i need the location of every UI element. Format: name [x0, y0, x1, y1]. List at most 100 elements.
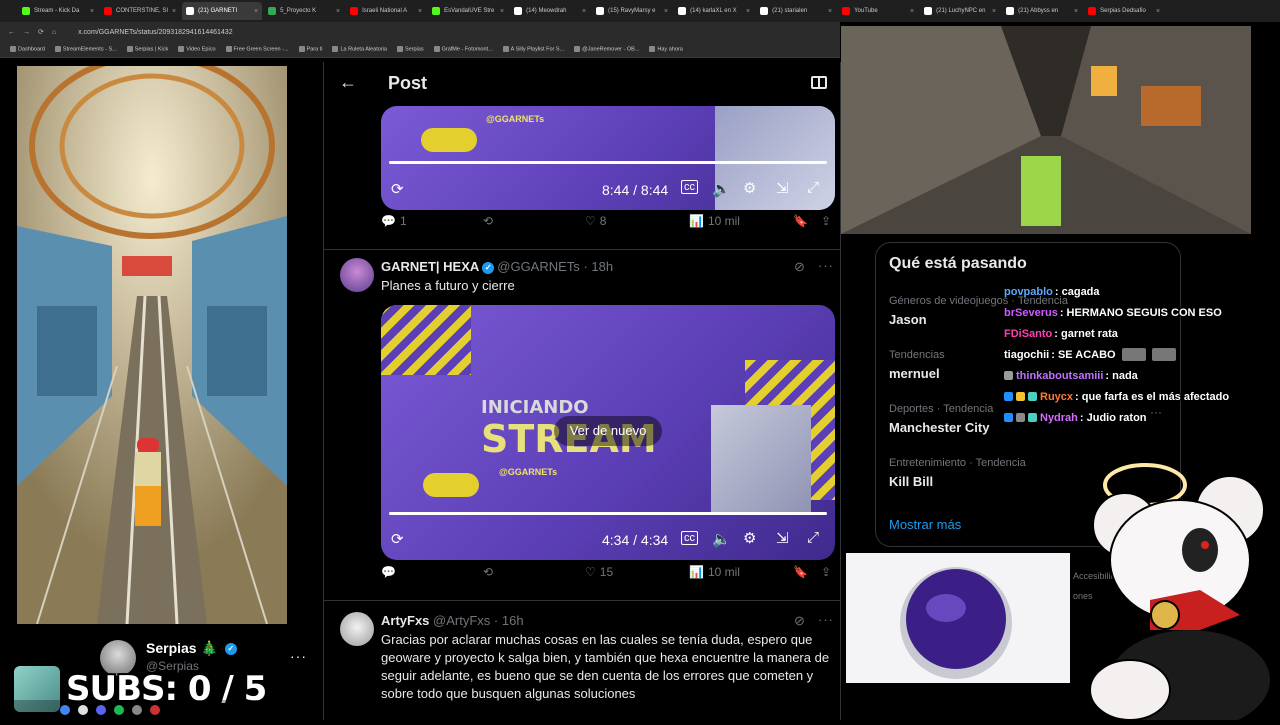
close-tab-icon[interactable]: ×	[1074, 8, 1078, 15]
video-progress-bar[interactable]	[389, 512, 827, 515]
browser-tab[interactable]: (21) LuchyNPC en ×	[920, 2, 1000, 20]
bookmark-item[interactable]: @JaneRemover - OB...	[574, 46, 639, 53]
browser-tab[interactable]: 5_Proyecto K ×	[264, 2, 344, 20]
avatar[interactable]	[340, 612, 374, 646]
close-tab-icon[interactable]: ×	[500, 8, 504, 15]
browser-tab[interactable]: CONTERSTINE, SI ×	[100, 2, 180, 20]
bookmark-item[interactable]: GrafMe - Fotomont...	[433, 46, 493, 53]
url-field[interactable]: x.com/GGARNETs/status/209318294161446143…	[78, 29, 233, 36]
bookmark-item[interactable]: Serpias	[396, 46, 424, 53]
grok-icon[interactable]: ⊘	[794, 613, 805, 629]
like-action[interactable]: ♡ 15	[585, 565, 613, 579]
forward-nav-icon[interactable]: →	[23, 29, 30, 36]
browser-tab[interactable]: Serpias Dedsafio ×	[1084, 2, 1164, 20]
volume-icon[interactable]: 🔈	[712, 180, 731, 198]
bookmark-item[interactable]: A Silly Playlist For S...	[502, 46, 564, 53]
close-tab-icon[interactable]: ×	[418, 8, 422, 15]
trend-category: Deportes · Tendencia	[889, 403, 994, 415]
reload-icon[interactable]: ⟳	[38, 28, 44, 36]
spotify-icon[interactable]	[114, 705, 124, 715]
more-icon[interactable]: ···	[818, 258, 834, 273]
tweet-author[interactable]: GARNET| HEXA ✓ @GGARNETs · 18h	[381, 259, 613, 274]
close-tab-icon[interactable]: ×	[336, 8, 340, 15]
close-tab-icon[interactable]: ×	[664, 8, 668, 15]
minecraft-character-image	[711, 405, 811, 515]
trend-name[interactable]: Jason	[889, 312, 927, 327]
tab-favicon-icon	[842, 7, 851, 15]
replay-icon[interactable]: ⟳	[391, 180, 404, 198]
bookmark-item[interactable]: Serpias | Kick	[126, 46, 168, 53]
bookmark-item[interactable]: La Ruleta Aleatoria	[332, 46, 387, 53]
browser-tab[interactable]: (14) karlaXL en X ×	[674, 2, 754, 20]
home-icon[interactable]: ⌂	[52, 29, 56, 36]
browser-tab[interactable]: (21) Abbyss en ×	[1002, 2, 1082, 20]
settings-gear-icon[interactable]: ⚙	[743, 529, 756, 547]
browser-tab[interactable]: (15) RavyMarsy e ×	[592, 2, 672, 20]
share-icon[interactable]: ⇪	[821, 565, 831, 579]
fullscreen-icon[interactable]: ⤢	[807, 179, 819, 196]
settings-gear-icon[interactable]: ⚙	[743, 179, 756, 197]
close-tab-icon[interactable]: ×	[1156, 8, 1160, 15]
more-icon[interactable]: ···	[290, 648, 307, 664]
browser-tab[interactable]: YouTube ×	[838, 2, 918, 20]
bookmark-item[interactable]: Free Green Screen -...	[225, 46, 289, 53]
fullscreen-icon[interactable]: ⤢	[807, 529, 819, 546]
pip-icon[interactable]: ⇲	[776, 179, 789, 197]
close-tab-icon[interactable]: ×	[910, 8, 914, 15]
tweet-author[interactable]: ArtyFxs @ArtyFxs · 16h	[381, 613, 524, 628]
back-nav-icon[interactable]: ←	[8, 29, 15, 36]
browser-tab[interactable]: EsVandalUVE Stre ×	[428, 2, 508, 20]
like-action[interactable]: ♡ 8	[585, 214, 606, 228]
close-tab-icon[interactable]: ×	[582, 8, 586, 15]
trend-name[interactable]: mernuel	[889, 366, 940, 381]
pip-icon[interactable]: ⇲	[776, 529, 789, 547]
avatar[interactable]	[340, 258, 374, 292]
trend-name[interactable]: Kill Bill	[889, 474, 933, 489]
reply-action[interactable]: 💬 1	[381, 214, 407, 228]
close-tab-icon[interactable]: ×	[90, 8, 94, 15]
bookmark-item[interactable]: Hay ahora	[649, 46, 683, 53]
app-icon[interactable]	[150, 705, 160, 715]
share-icon[interactable]: ⇪	[821, 214, 831, 228]
views-action[interactable]: 📊 10 mil	[689, 214, 740, 228]
grok-icon[interactable]: ⊘	[794, 259, 805, 275]
bookmark-item[interactable]: Dashboard	[10, 46, 45, 53]
volume-icon[interactable]: 🔈	[712, 530, 731, 548]
browser-tab[interactable]: Stream - Kick Da ×	[18, 2, 98, 20]
back-arrow-icon[interactable]: ←	[339, 72, 357, 93]
browser-tab[interactable]: (21) starialen ×	[756, 2, 836, 20]
reader-mode-icon[interactable]	[811, 76, 827, 89]
close-tab-icon[interactable]: ×	[746, 8, 750, 15]
bookmark-item[interactable]: StreamElements - S...	[54, 46, 117, 53]
captions-icon[interactable]: cc	[681, 531, 698, 545]
retweet-icon[interactable]: ⟲	[483, 214, 493, 228]
bookmark-item[interactable]: Video Epico	[178, 46, 216, 53]
more-icon[interactable]: ···	[818, 612, 834, 627]
bookmark-icon[interactable]: 🔖	[793, 565, 808, 579]
browser-tab[interactable]: Israeli National A ×	[346, 2, 426, 20]
browser-tab[interactable]: (14) Meowdrah ×	[510, 2, 590, 20]
bookmark-icon[interactable]: 🔖	[793, 214, 808, 228]
close-tab-icon[interactable]: ×	[992, 8, 996, 15]
app-icon[interactable]	[78, 705, 88, 715]
app-icon[interactable]	[132, 705, 142, 715]
discord-icon[interactable]	[96, 705, 106, 715]
views-action[interactable]: 📊 10 mil	[689, 565, 740, 579]
bookmark-item[interactable]: Para ti	[298, 46, 322, 53]
browser-tab[interactable]: (21) GARNETI ×	[182, 2, 263, 20]
video-player-2[interactable]: INICIANDO STREAM @GGARNETs Ver de nuevo …	[381, 305, 835, 560]
trend-name[interactable]: Manchester City	[889, 420, 989, 435]
captions-icon[interactable]: cc	[681, 180, 698, 194]
show-more-link[interactable]: Mostrar más	[889, 517, 961, 532]
video-player-1[interactable]: @GGARNETs ⟳ 8:44 / 8:44 cc 🔈 ⚙ ⇲ ⤢	[381, 106, 835, 210]
close-tab-icon[interactable]: ×	[828, 8, 832, 15]
chrome-icon[interactable]	[60, 705, 70, 715]
close-tab-icon[interactable]: ×	[172, 8, 176, 15]
close-tab-icon[interactable]: ×	[254, 8, 258, 15]
video-progress-bar[interactable]	[389, 161, 827, 164]
reply-icon[interactable]: 💬	[381, 565, 396, 579]
replay-icon[interactable]: ⟳	[391, 530, 404, 548]
retweet-icon[interactable]: ⟲	[483, 565, 493, 579]
chat-badge-icon	[1004, 392, 1013, 401]
replay-button[interactable]: Ver de nuevo	[554, 416, 662, 446]
